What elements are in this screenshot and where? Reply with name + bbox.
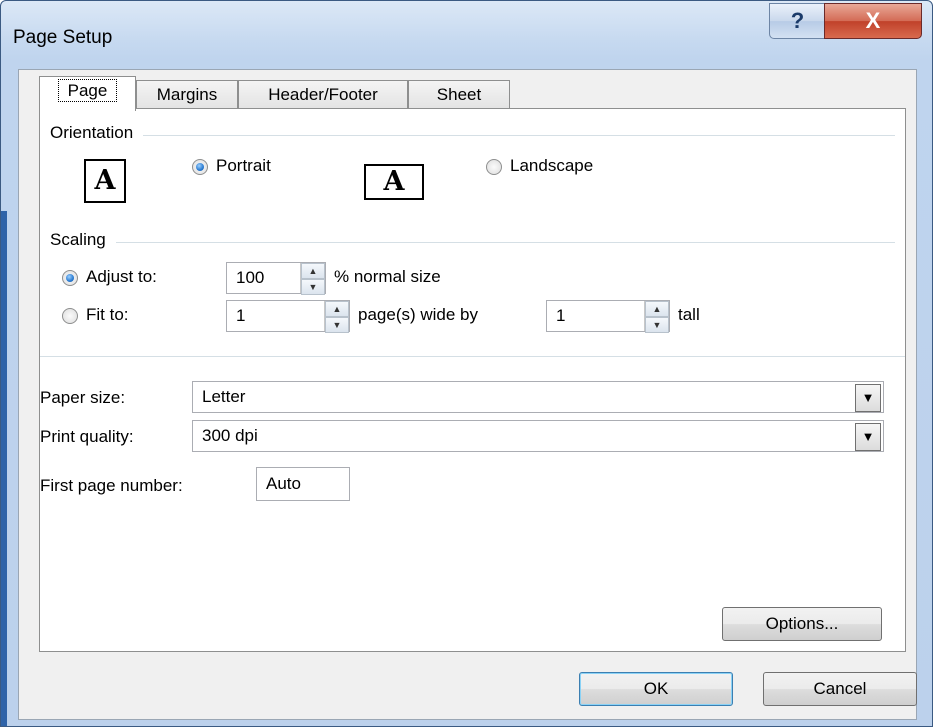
page-setup-dialog: Page Setup ? X Page Margins Header/Foote… (0, 0, 933, 727)
first-page-number-value: Auto (266, 474, 301, 493)
chevron-down-icon[interactable]: ▼ (301, 279, 325, 295)
fit-tall-input[interactable]: 1 ▲ ▼ (546, 300, 670, 333)
landscape-page-icon: A (364, 164, 424, 200)
landscape-radio[interactable] (486, 159, 502, 175)
fit-tall-suffix: tall (678, 305, 700, 324)
orientation-divider (50, 135, 895, 136)
triangle-down-icon[interactable]: ▼ (855, 384, 881, 412)
chevron-down-icon[interactable]: ▼ (645, 317, 669, 333)
fit-tall-value: 1 (556, 306, 566, 325)
triangle-down-icon[interactable]: ▼ (855, 423, 881, 451)
fit-wide-spinner[interactable]: ▲ ▼ (324, 301, 349, 333)
tab-header-footer[interactable]: Header/Footer (238, 80, 408, 109)
close-button[interactable]: X (824, 3, 922, 39)
paper-size-select[interactable]: Letter ▼ (192, 381, 884, 413)
tab-margins-label: Margins (156, 85, 218, 104)
fit-wide-input[interactable]: 1 ▲ ▼ (226, 300, 350, 333)
portrait-radio[interactable] (192, 159, 208, 175)
tab-sheet[interactable]: Sheet (408, 80, 510, 109)
fit-to-label[interactable]: Fit to: (86, 305, 129, 325)
orientation-heading: Orientation (50, 123, 144, 143)
scaling-heading: Scaling (50, 230, 116, 250)
fit-tall-spinner[interactable]: ▲ ▼ (644, 301, 669, 333)
adjust-to-suffix: % normal size (334, 267, 441, 286)
page-tab-panel: Orientation A Portrait A Landscape Scali… (39, 108, 906, 652)
landscape-label[interactable]: Landscape (510, 156, 593, 176)
paper-size-label: Paper size: (40, 388, 126, 407)
first-page-number-input[interactable]: Auto (256, 467, 350, 501)
fit-to-radio[interactable] (62, 308, 78, 324)
dialog-body: Page Margins Header/Footer Sheet Orienta… (18, 69, 917, 720)
chevron-up-icon[interactable]: ▲ (301, 263, 325, 279)
scaling-divider (50, 242, 895, 243)
portrait-page-icon: A (84, 159, 126, 203)
chevron-up-icon[interactable]: ▲ (645, 301, 669, 317)
title-bar[interactable]: Page Setup ? X (1, 1, 932, 61)
fit-wide-suffix: page(s) wide by (358, 305, 479, 324)
options-button[interactable]: Options... (722, 607, 882, 641)
tab-sheet-label: Sheet (436, 85, 482, 104)
chevron-down-icon[interactable]: ▼ (325, 317, 349, 333)
adjust-to-radio[interactable] (62, 270, 78, 286)
print-quality-value: 300 dpi (202, 426, 258, 445)
adjust-to-spinner[interactable]: ▲ ▼ (300, 263, 325, 295)
question-mark-icon: ? (790, 8, 805, 33)
fit-wide-value: 1 (236, 306, 246, 325)
cancel-button[interactable]: Cancel (763, 672, 917, 706)
adjust-to-value: 100 (236, 268, 265, 287)
tab-page-label: Page (57, 79, 118, 102)
close-icon: X (865, 8, 881, 33)
tab-header-footer-label: Header/Footer (268, 85, 378, 104)
ok-button[interactable]: OK (579, 672, 733, 706)
paper-size-value: Letter (202, 387, 246, 406)
adjust-to-label[interactable]: Adjust to: (86, 267, 157, 287)
section-separator (40, 356, 905, 357)
window-title: Page Setup (13, 27, 113, 48)
first-page-number-label: First page number: (40, 476, 183, 495)
print-quality-select[interactable]: 300 dpi ▼ (192, 420, 884, 452)
tab-margins[interactable]: Margins (136, 80, 238, 109)
chevron-up-icon[interactable]: ▲ (325, 301, 349, 317)
tab-page[interactable]: Page (39, 76, 136, 111)
help-button[interactable]: ? (769, 3, 826, 39)
adjust-to-input[interactable]: 100 ▲ ▼ (226, 262, 326, 295)
window-edge (1, 211, 7, 726)
print-quality-label: Print quality: (40, 427, 134, 446)
portrait-label[interactable]: Portrait (216, 156, 271, 176)
